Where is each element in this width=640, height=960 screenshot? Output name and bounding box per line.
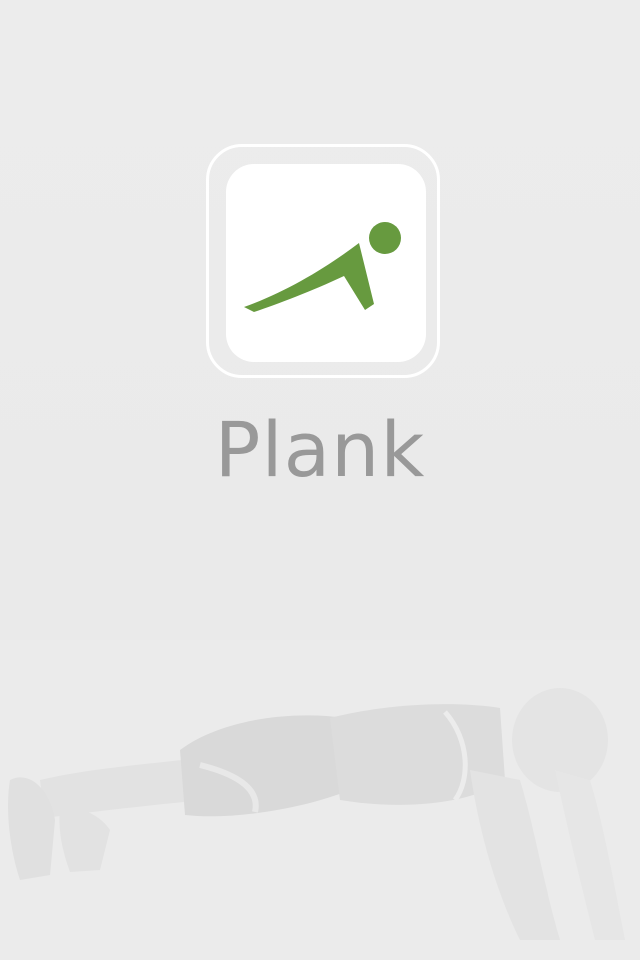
plank-figure-icon bbox=[244, 222, 401, 312]
splash-screen: Plank bbox=[0, 0, 640, 960]
plank-background-image bbox=[0, 640, 640, 960]
app-icon bbox=[226, 164, 426, 362]
app-title: Plank bbox=[214, 405, 426, 494]
